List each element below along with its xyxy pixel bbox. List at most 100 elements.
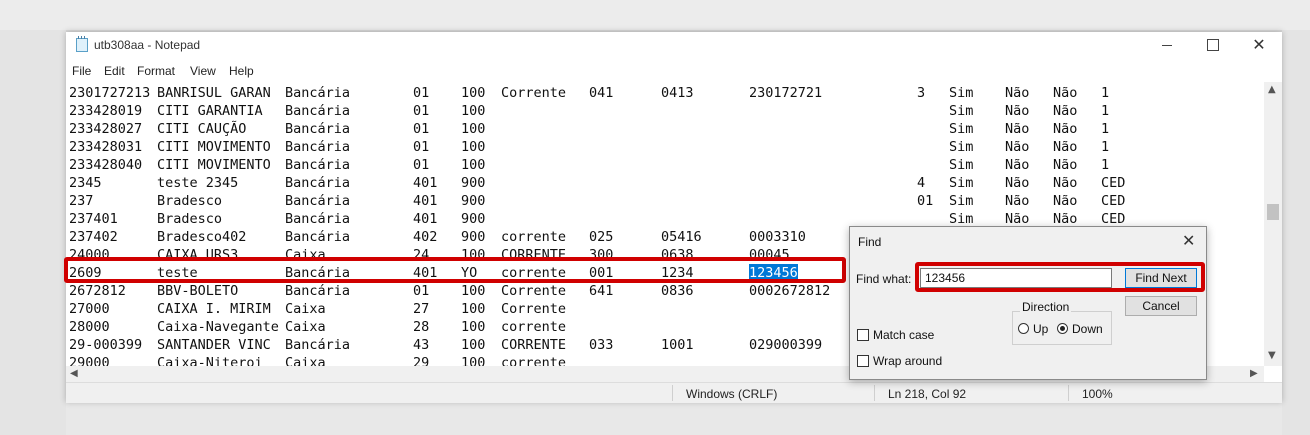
text-cell: 1 [1101,85,1110,101]
text-cell: 237 [69,193,94,209]
status-separator [1068,385,1069,401]
text-line: 233428027 CITI CAUÇÃO Bancária 01 100 Sim Não N… [66,120,1266,138]
text-cell: 1 [1101,157,1110,173]
text-cell: 233428019 [69,103,143,119]
text-cell: 025 [589,229,614,245]
text-cell: 900 [461,175,486,191]
minimize-button[interactable] [1144,32,1190,60]
text-cell: 0836 [661,283,694,299]
text-cell: 2345 [69,175,102,191]
match-case-checkbox[interactable] [857,329,869,341]
status-position: Ln 218, Col 92 [888,387,967,401]
menu-bar: File Edit Format View Help [66,62,1282,80]
text-cell: teste 2345 [157,175,239,191]
text-cell: Corrente [501,85,567,101]
text-cell: 100 [461,301,486,317]
menu-view[interactable]: View [190,64,216,78]
text-cell: corrente [501,229,567,245]
text-cell: Caixa [285,355,326,366]
text-cell: Não [1053,175,1078,191]
window-title: utb308aa - Notepad [94,38,201,52]
status-bar: Windows (CRLF) Ln 218, Col 92 100% [66,382,1282,403]
text-line: 233428019 CITI GARANTIA Bancária 01 100 Sim Nã… [66,102,1266,120]
status-separator [672,385,673,401]
text-cell: Sim [949,175,974,191]
desktop-background-top [0,0,1310,30]
text-cell: 4 [917,175,926,191]
status-zoom: 100% [1082,387,1113,401]
text-cell: 0002672812 [749,283,831,299]
find-what-label: Find what: [856,272,912,286]
text-cell: CITI MOVIMENTO [157,157,271,173]
scrollbar-thumb[interactable] [1267,204,1279,220]
text-cell: Sim [949,103,974,119]
text-cell: 100 [461,319,486,335]
desktop-background-bottom [66,403,1282,435]
text-cell: 402 [413,229,438,245]
find-dialog: Find ✕ Find what: Find Next Cancel Direc… [849,226,1207,380]
maximize-button[interactable] [1190,32,1236,60]
vertical-scrollbar[interactable]: ▲ ▼ [1264,82,1282,366]
text-cell: 1 [1101,103,1110,119]
direction-down-label[interactable]: Down [1072,322,1103,336]
text-cell: BBV-BOLETO [157,283,239,299]
text-cell: 900 [461,211,486,227]
desktop-background-right [1282,30,1310,435]
text-cell: Bancária [285,175,351,191]
text-cell: 237402 [69,229,118,245]
wrap-around-checkbox[interactable] [857,355,869,367]
text-cell: Bancária [285,85,351,101]
scroll-up-icon[interactable]: ▲ [1268,84,1276,95]
text-cell: Não [1005,121,1030,137]
text-cell: Bancária [285,157,351,173]
menu-format[interactable]: Format [137,64,175,78]
find-close-button[interactable]: ✕ [1182,231,1195,251]
title-bar[interactable]: utb308aa - Notepad ✕ [66,32,1282,60]
text-cell: 401 [413,175,438,191]
text-cell: 237401 [69,211,118,227]
close-button[interactable]: ✕ [1236,32,1282,60]
text-cell: 1 [1101,121,1110,137]
desktop-background-left [0,30,66,435]
text-cell: 100 [461,121,486,137]
scroll-down-icon[interactable]: ▼ [1268,350,1276,361]
text-cell: Não [1053,103,1078,119]
text-cell: 01 [917,193,934,209]
text-cell: Sim [949,193,974,209]
text-cell: CORRENTE [501,337,567,353]
text-cell: Caixa-Navegante [157,319,279,335]
direction-up-radio[interactable] [1018,323,1029,334]
text-cell: 29 [413,355,430,366]
text-cell: 28000 [69,319,110,335]
menu-edit[interactable]: Edit [104,64,125,78]
text-cell: corrente [501,319,567,335]
menu-help[interactable]: Help [229,64,254,78]
text-cell: 641 [589,283,614,299]
text-cell: 100 [461,157,486,173]
direction-down-radio[interactable] [1057,323,1068,334]
text-cell: 01 [413,157,430,173]
text-cell: 100 [461,337,486,353]
text-cell: CAIXA I. MIRIM [157,301,271,317]
wrap-around-label[interactable]: Wrap around [873,354,942,368]
text-cell: 233428031 [69,139,143,155]
text-cell: 29000 [69,355,110,366]
highlight-box-find [915,262,1205,292]
status-separator [874,385,875,401]
scroll-left-icon[interactable]: ◀ [70,368,78,379]
text-cell: 27000 [69,301,110,317]
text-cell: Não [1053,157,1078,173]
cancel-button[interactable]: Cancel [1125,296,1197,316]
notepad-icon [76,36,88,52]
direction-up-label[interactable]: Up [1033,322,1048,336]
direction-label: Direction [1020,300,1072,314]
text-cell: CITI MOVIMENTO [157,139,271,155]
text-cell: 0003310 [749,229,806,245]
text-cell: 033 [589,337,614,353]
menu-file[interactable]: File [72,64,91,78]
text-cell: Não [1005,103,1030,119]
text-cell: 029000399 [749,337,823,353]
scroll-right-icon[interactable]: ▶ [1250,368,1258,379]
match-case-label[interactable]: Match case [873,328,934,342]
text-cell: SANTANDER VINC [157,337,271,353]
